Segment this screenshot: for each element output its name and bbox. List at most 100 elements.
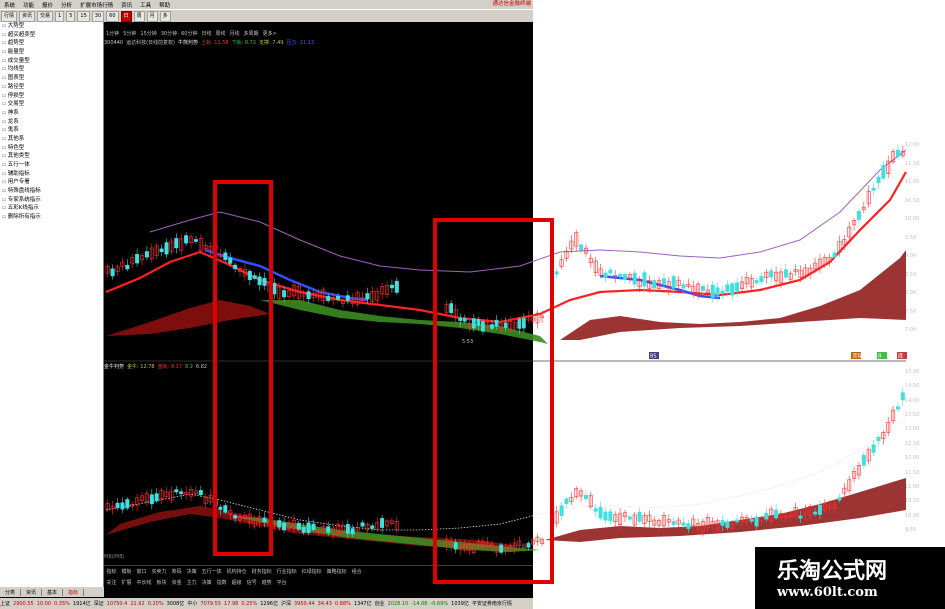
- sidebar-item-7[interactable]: ▫ 路径型: [0, 83, 103, 92]
- sidebar-item-9[interactable]: ▫ 交易型: [0, 100, 103, 109]
- candle-body: [696, 283, 701, 297]
- candle-body: [769, 270, 774, 278]
- bottom-tab-8[interactable]: 财务指标: [249, 568, 274, 575]
- sidebar-item-14[interactable]: ▫ 特色型: [0, 144, 103, 153]
- period-4[interactable]: 60分钟: [179, 30, 199, 37]
- sidebar-item-22[interactable]: ▫ 删除所有指示: [0, 213, 103, 222]
- badge-label-2: B: [878, 354, 882, 360]
- sidebar-item-3[interactable]: ▫ 能量型: [0, 48, 103, 57]
- candle-body: [842, 487, 847, 494]
- sheet-tab-3[interactable]: 指标: [63, 588, 85, 596]
- sidebar-item-8[interactable]: ▫ 停损型: [0, 92, 103, 101]
- bottom-tab-10[interactable]: 红绿指标: [299, 568, 324, 575]
- candle-body: [671, 276, 676, 289]
- candle-body: [671, 520, 676, 526]
- sidebar-item-17[interactable]: ▫ 辅助指标: [0, 170, 103, 179]
- bottom-tab-0[interactable]: 指标: [104, 568, 119, 575]
- candle-body: [569, 497, 574, 502]
- period-2[interactable]: 15分钟: [138, 30, 158, 37]
- sidebar-item-label: 特殊盘线指标: [7, 188, 41, 195]
- toolbar-button-3[interactable]: 1: [55, 10, 65, 22]
- toolbar-button-10[interactable]: 月: [146, 10, 158, 22]
- candle-body: [783, 515, 788, 519]
- sidebar-item-19[interactable]: ▫ 特殊盘线指标: [0, 187, 103, 196]
- period-6[interactable]: 周线: [214, 30, 228, 37]
- toolbar-button-9[interactable]: 周: [133, 10, 145, 22]
- ext-tab-10[interactable]: 趋势: [259, 579, 274, 586]
- sidebar-item-12[interactable]: ▫ 鬼系: [0, 126, 103, 135]
- ext-tab-1[interactable]: 扩展: [119, 579, 134, 586]
- period-3[interactable]: 30分钟: [159, 30, 179, 37]
- ext-tab-8[interactable]: 超级: [229, 579, 244, 586]
- ext-tab-5[interactable]: 主力: [184, 579, 199, 586]
- candle-body: [705, 289, 710, 294]
- sidebar-item-18[interactable]: ▫ 用户专署: [0, 178, 103, 187]
- sidebar-item-6[interactable]: ▫ 图表型: [0, 74, 103, 83]
- bottom-tab-12[interactable]: 组合: [349, 568, 364, 575]
- sidebar-item-4[interactable]: ▫ 成交量型: [0, 57, 103, 66]
- menu-item-7[interactable]: 帮助: [155, 1, 174, 9]
- menu-item-3[interactable]: 分析: [57, 1, 76, 9]
- toolbar-button-4[interactable]: 5: [66, 10, 76, 22]
- toolbar-button-7[interactable]: 60: [106, 10, 119, 22]
- period-0[interactable]: 1分钟: [104, 30, 121, 37]
- ext-tab-11[interactable]: 平台: [274, 579, 289, 586]
- indicator-value-1: 下轨: 8.72: [231, 40, 257, 46]
- candle-body: [764, 271, 769, 278]
- axis-tick-7: 11.50: [905, 469, 920, 476]
- menu-item-1[interactable]: 功能: [19, 1, 38, 9]
- sidebar-item-20[interactable]: ▫ 专家系统指示: [0, 196, 103, 205]
- sidebar-item-16[interactable]: ▫ 五行一体: [0, 161, 103, 170]
- toolbar-button-8[interactable]: 日: [120, 10, 132, 22]
- period-7[interactable]: 月线: [228, 30, 242, 37]
- period-5[interactable]: 日线: [200, 30, 214, 37]
- bottom-tab-4[interactable]: 筹码: [169, 568, 184, 575]
- ext-tab-6[interactable]: 决策: [199, 579, 214, 586]
- ext-tab-0[interactable]: 关注: [104, 579, 119, 586]
- toolbar-button-1[interactable]: 资讯: [19, 10, 36, 22]
- ext-tab-7[interactable]: 指数: [214, 579, 229, 586]
- period-8[interactable]: 多周期: [242, 30, 261, 37]
- toolbar-button-0[interactable]: 行情: [1, 10, 18, 22]
- menu-item-2[interactable]: 报价: [38, 1, 57, 9]
- ext-tab-2[interactable]: 中长线: [134, 579, 154, 586]
- toolbar-button-11[interactable]: 多: [159, 10, 171, 22]
- sidebar-item-0[interactable]: ▫ 大势型: [0, 22, 103, 31]
- ext-tab-3[interactable]: 板块: [154, 579, 169, 586]
- sidebar-item-1[interactable]: ▫ 超买超卖型: [0, 31, 103, 40]
- toolbar-button-2[interactable]: 交易: [37, 10, 54, 22]
- indicator-name[interactable]: 牛熊判势: [178, 39, 198, 46]
- period-9[interactable]: 更多>: [261, 30, 279, 37]
- menu-item-0[interactable]: 系统: [0, 1, 19, 9]
- sheet-tab-0[interactable]: 分类: [0, 588, 22, 596]
- sidebar-item-2[interactable]: ▫ 趋势型: [0, 39, 103, 48]
- axis-tick-0: 15.00: [905, 369, 920, 375]
- candle-body: [579, 244, 584, 251]
- ext-tab-4[interactable]: 资金: [169, 579, 184, 586]
- sidebar-item-13[interactable]: ▫ 其他系: [0, 135, 103, 144]
- sidebar-item-11[interactable]: ▫ 龙系: [0, 118, 103, 127]
- sidebar-item-15[interactable]: ▫ 其他类型: [0, 152, 103, 161]
- sidebar-item-5[interactable]: ▫ 均线型: [0, 65, 103, 74]
- bottom-tab-6[interactable]: 五行一体: [199, 568, 224, 575]
- bottom-tab-2[interactable]: 窗口: [134, 568, 149, 575]
- sheet-tab-1[interactable]: 资讯: [21, 588, 43, 596]
- menu-item-5[interactable]: 资讯: [117, 1, 136, 9]
- sheet-tab-2[interactable]: 基本: [42, 588, 64, 596]
- sidebar-item-10[interactable]: ▫ 神系: [0, 109, 103, 118]
- period-1[interactable]: 5分钟: [121, 30, 138, 37]
- menu-item-6[interactable]: 工具: [136, 1, 155, 9]
- bottom-tab-7[interactable]: 机构持仓: [224, 568, 249, 575]
- toolbar-button-6[interactable]: 30: [91, 10, 105, 22]
- bottom-tab-11[interactable]: 策略指标: [324, 568, 349, 575]
- status-item-12: 17.98: [224, 600, 239, 607]
- menu-item-4[interactable]: 扩展市场行情: [76, 1, 117, 9]
- bottom-tab-5[interactable]: 决策: [184, 568, 199, 575]
- bottom-tab-3[interactable]: 买卖力: [149, 568, 169, 575]
- sidebar-item-21[interactable]: ▫ 五彩K线指示: [0, 204, 103, 213]
- toolbar-button-5[interactable]: 15: [77, 10, 90, 22]
- candle-body: [574, 488, 579, 498]
- ext-tab-9[interactable]: 信号: [244, 579, 259, 586]
- bottom-tab-9[interactable]: 行业指标: [274, 568, 299, 575]
- bottom-tab-1[interactable]: 模板: [119, 568, 134, 575]
